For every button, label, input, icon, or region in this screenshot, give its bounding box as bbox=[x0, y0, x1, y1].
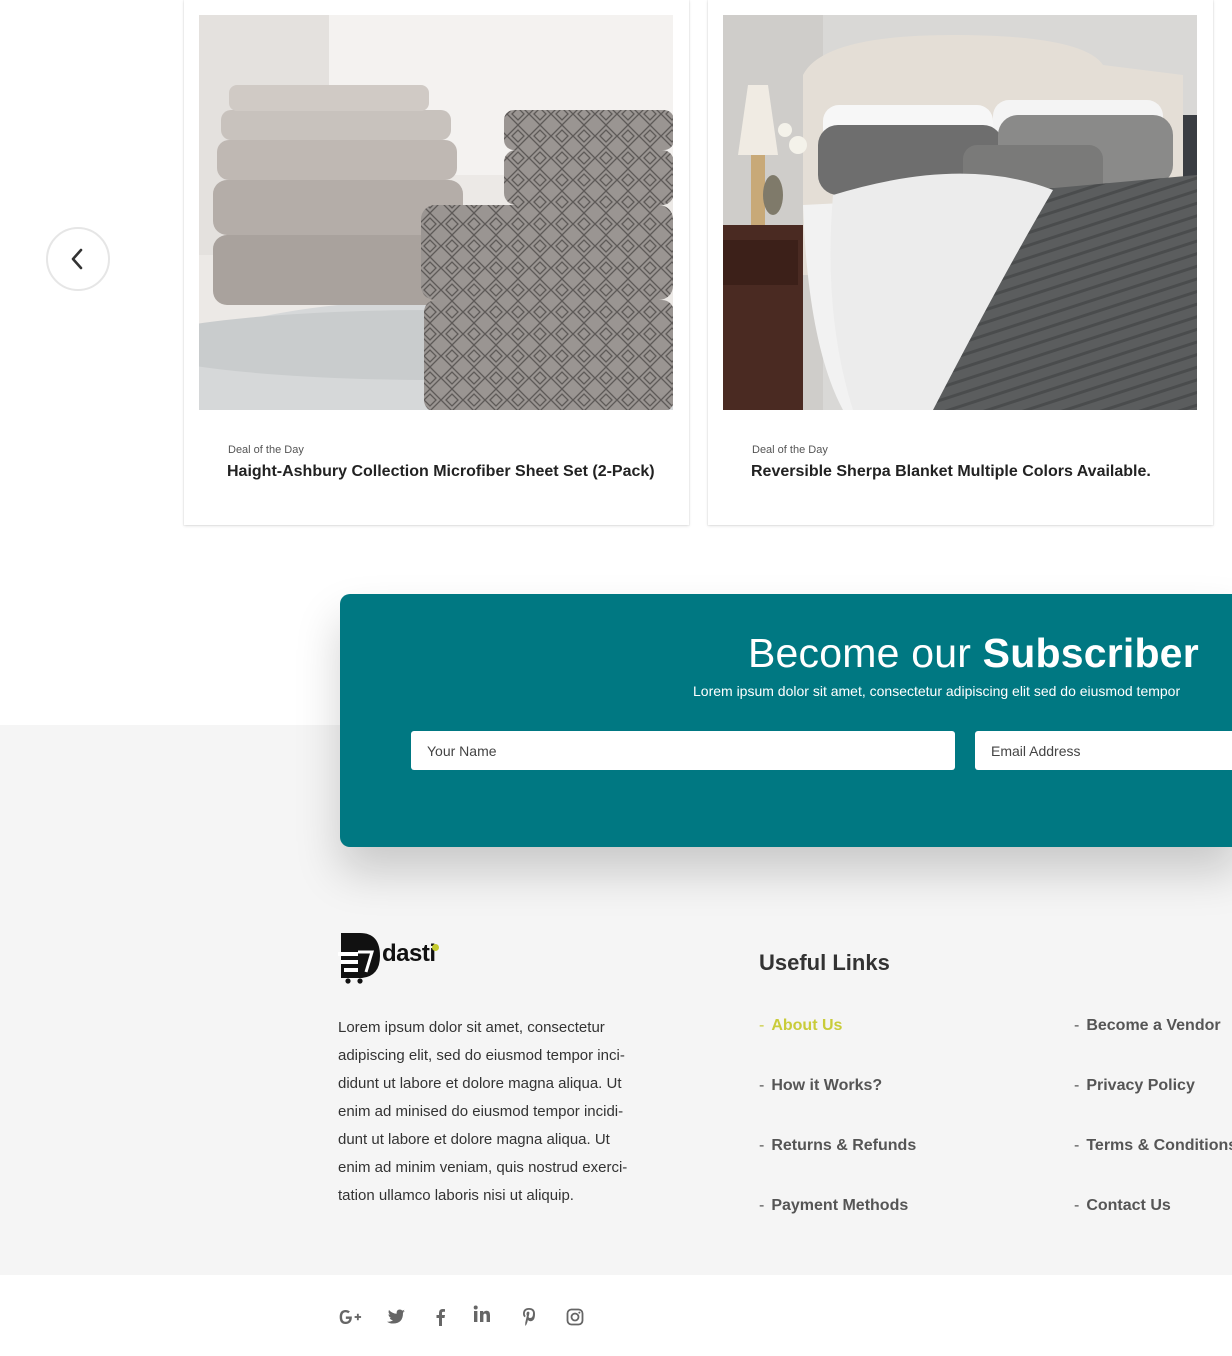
cart-icon bbox=[338, 933, 380, 984]
link-label: About Us bbox=[771, 1017, 843, 1034]
product-image-blanket[interactable] bbox=[723, 15, 1197, 410]
chevron-left-icon bbox=[71, 248, 83, 270]
link-privacy-policy[interactable]: - Privacy Policy bbox=[1074, 1077, 1195, 1095]
link-become-vendor[interactable]: - Become a Vendor bbox=[1074, 1017, 1221, 1035]
link-label: Returns & Refunds bbox=[771, 1137, 917, 1154]
link-about-us[interactable]: - About Us bbox=[759, 1017, 842, 1035]
product-card[interactable]: Deal of the Day Reversible Sherpa Blanke… bbox=[708, 0, 1213, 525]
link-dash: - bbox=[759, 1137, 765, 1154]
product-image-sheets[interactable] bbox=[199, 15, 673, 410]
link-dash: - bbox=[759, 1017, 765, 1034]
link-label: How it Works? bbox=[771, 1077, 883, 1094]
linkedin-icon[interactable] bbox=[470, 1302, 494, 1326]
link-dash: - bbox=[759, 1197, 765, 1214]
dasti-logo[interactable]: dasti bbox=[338, 932, 442, 984]
link-contact-us[interactable]: - Contact Us bbox=[1074, 1197, 1171, 1215]
link-how-it-works[interactable]: - How it Works? bbox=[759, 1077, 882, 1095]
link-label: Contact Us bbox=[1086, 1197, 1171, 1214]
link-label: Become a Vendor bbox=[1086, 1017, 1221, 1034]
link-label: Terms & Conditions bbox=[1086, 1137, 1232, 1154]
link-dash: - bbox=[1074, 1197, 1080, 1214]
link-terms-conditions[interactable]: - Terms & Conditions bbox=[1074, 1137, 1232, 1155]
link-label: Privacy Policy bbox=[1086, 1077, 1195, 1094]
name-input[interactable] bbox=[411, 731, 955, 770]
twitter-icon[interactable] bbox=[384, 1305, 408, 1329]
email-input[interactable] bbox=[975, 731, 1232, 770]
logo-dot bbox=[432, 944, 439, 951]
useful-links-heading: Useful Links bbox=[759, 950, 890, 975]
link-dash: - bbox=[1074, 1077, 1080, 1094]
link-dash: - bbox=[1074, 1017, 1080, 1034]
link-payment-methods[interactable]: - Payment Methods bbox=[759, 1197, 908, 1215]
subscribe-text: Lorem ipsum dolor sit amet, consectetur … bbox=[693, 683, 1181, 699]
subscribe-title: Become our Subscriber bbox=[748, 630, 1199, 677]
card-kicker: Deal of the Day bbox=[228, 444, 304, 456]
footer-about-text: Lorem ipsum dolor sit amet, consectetur … bbox=[338, 1019, 628, 1204]
link-dash: - bbox=[1074, 1137, 1080, 1154]
link-label: Payment Methods bbox=[771, 1197, 909, 1214]
subscribe-banner: Become our Subscriber Lorem ipsum dolor … bbox=[340, 594, 1232, 847]
logo-text: dasti bbox=[382, 940, 436, 967]
card-kicker: Deal of the Day bbox=[752, 444, 828, 456]
product-card[interactable]: Deal of the Day Haight-Ashbury Collectio… bbox=[184, 0, 689, 525]
instagram-icon[interactable] bbox=[563, 1305, 587, 1329]
card-title[interactable]: Reversible Sherpa Blanket Multiple Color… bbox=[751, 463, 1151, 481]
facebook-icon[interactable] bbox=[428, 1305, 452, 1329]
carousel-prev-button[interactable] bbox=[46, 227, 110, 291]
subscribe-title-bold: Subscriber bbox=[982, 630, 1199, 676]
pinterest-icon[interactable] bbox=[517, 1305, 541, 1329]
link-returns-refunds[interactable]: - Returns & Refunds bbox=[759, 1137, 916, 1155]
subscribe-title-plain: Become our bbox=[748, 630, 983, 676]
link-dash: - bbox=[759, 1077, 765, 1094]
google-plus-icon[interactable] bbox=[338, 1305, 362, 1329]
card-title[interactable]: Haight-Ashbury Collection Microfiber She… bbox=[227, 463, 655, 481]
